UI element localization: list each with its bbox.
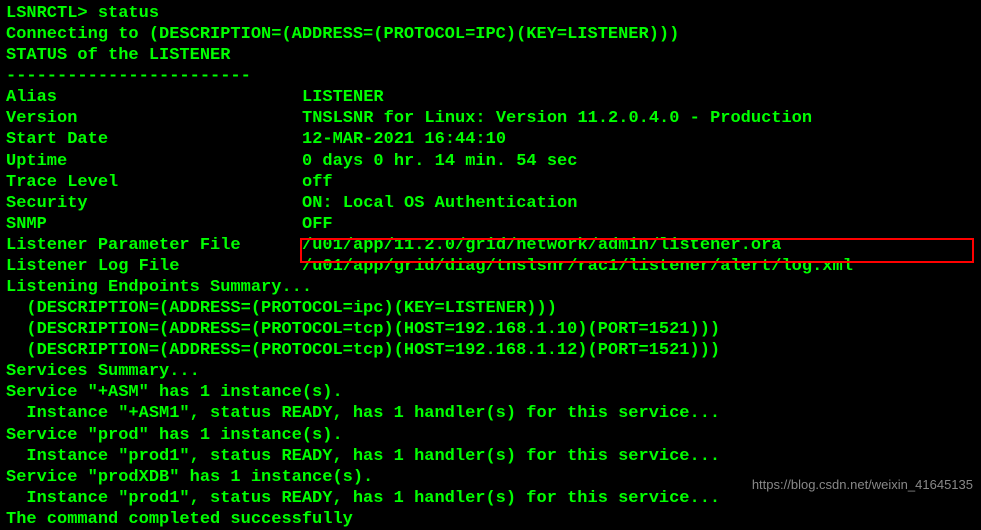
connecting-line: Connecting to (DESCRIPTION=(ADDRESS=(PRO… [6, 24, 975, 45]
kv-value: TNSLSNR for Linux: Version 11.2.0.4.0 - … [302, 109, 812, 128]
endpoint-line: (DESCRIPTION=(ADDRESS=(PROTOCOL=tcp)(HOS… [6, 340, 975, 361]
service-line: Service "+ASM" has 1 instance(s). [6, 382, 975, 403]
kv-label: Alias [6, 87, 302, 108]
kv-value: OFF [302, 215, 333, 234]
kv-value: ON: Local OS Authentication [302, 194, 577, 213]
services-header: Services Summary... [6, 361, 975, 382]
terminal-output: LSNRCTL> status Connecting to (DESCRIPTI… [6, 3, 975, 530]
kv-label: Security [6, 193, 302, 214]
service-line: Instance "prod1", status READY, has 1 ha… [6, 446, 975, 467]
command: status [98, 4, 159, 23]
kv-trace-level: Trace Leveloff [6, 172, 975, 193]
kv-version: VersionTNSLSNR for Linux: Version 11.2.0… [6, 108, 975, 129]
kv-label: SNMP [6, 214, 302, 235]
kv-security: SecurityON: Local OS Authentication [6, 193, 975, 214]
kv-value: 12-MAR-2021 16:44:10 [302, 130, 506, 149]
separator: ------------------------ [6, 66, 975, 87]
kv-uptime: Uptime0 days 0 hr. 14 min. 54 sec [6, 151, 975, 172]
kv-value: /u01/app/11.2.0/grid/network/admin/liste… [302, 236, 781, 255]
kv-value: LISTENER [302, 88, 384, 107]
kv-label: Version [6, 108, 302, 129]
endpoint-line: (DESCRIPTION=(ADDRESS=(PROTOCOL=ipc)(KEY… [6, 298, 975, 319]
prompt: LSNRCTL> [6, 4, 98, 23]
kv-value: off [302, 173, 333, 192]
kv-log-file: Listener Log File/u01/app/grid/diag/tnsl… [6, 256, 975, 277]
command-line[interactable]: LSNRCTL> status [6, 3, 975, 24]
service-line: Instance "+ASM1", status READY, has 1 ha… [6, 403, 975, 424]
kv-label: Uptime [6, 151, 302, 172]
endpoint-line: (DESCRIPTION=(ADDRESS=(PROTOCOL=tcp)(HOS… [6, 319, 975, 340]
kv-param-file: Listener Parameter File/u01/app/11.2.0/g… [6, 235, 975, 256]
kv-start-date: Start Date12-MAR-2021 16:44:10 [6, 129, 975, 150]
kv-value: 0 days 0 hr. 14 min. 54 sec [302, 152, 577, 171]
kv-label: Listener Parameter File [6, 235, 302, 256]
kv-label: Trace Level [6, 172, 302, 193]
kv-label: Start Date [6, 129, 302, 150]
watermark: https://blog.csdn.net/weixin_41645135 [752, 477, 973, 493]
kv-label: Listener Log File [6, 256, 302, 277]
kv-snmp: SNMPOFF [6, 214, 975, 235]
kv-alias: AliasLISTENER [6, 87, 975, 108]
kv-value: /u01/app/grid/diag/tnslsnr/rac1/listener… [302, 257, 853, 276]
service-line: Service "prod" has 1 instance(s). [6, 425, 975, 446]
status-header: STATUS of the LISTENER [6, 45, 975, 66]
endpoints-header: Listening Endpoints Summary... [6, 277, 975, 298]
completed-line: The command completed successfully [6, 509, 975, 530]
